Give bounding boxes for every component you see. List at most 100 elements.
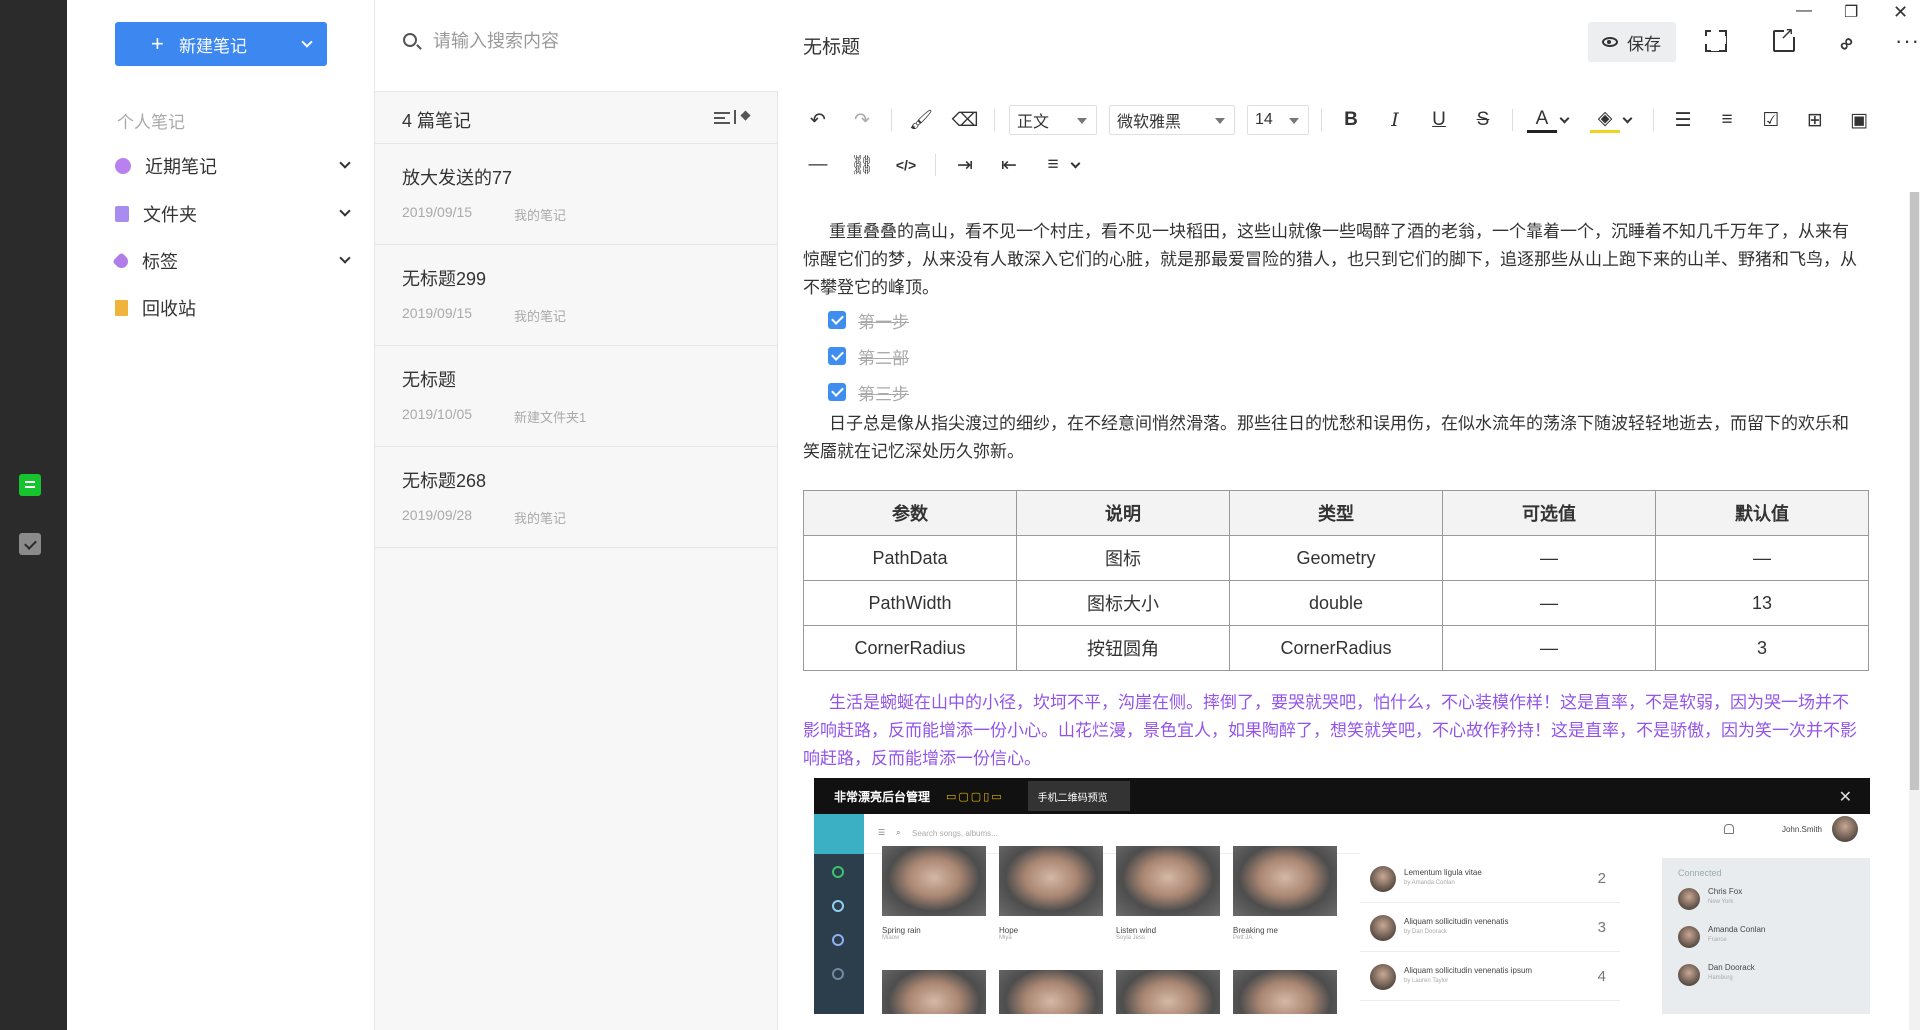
- chevron-down-icon[interactable]: [339, 157, 351, 169]
- divider: [994, 109, 995, 131]
- todo-icon[interactable]: [19, 533, 41, 555]
- indent-icon[interactable]: ⇥: [950, 150, 980, 180]
- album-image: [1116, 970, 1220, 1014]
- note-title: 无标题268: [402, 471, 487, 491]
- underline-icon[interactable]: U: [1424, 105, 1454, 135]
- task-item: 第二部: [803, 338, 1863, 374]
- list-item[interactable]: 无标题299 2019/09/15 我的笔记: [375, 245, 778, 346]
- minimize-icon[interactable]: —: [1796, 2, 1812, 20]
- table-header: 类型: [1229, 490, 1443, 536]
- eraser-icon[interactable]: ⌫: [950, 105, 980, 135]
- table-icon[interactable]: ⊞: [1800, 105, 1830, 135]
- close-icon[interactable]: ✕: [1893, 2, 1908, 23]
- note-folder: 新建文件夹1: [514, 410, 587, 425]
- link-icon[interactable]: ⛓: [847, 150, 877, 180]
- table-header-row: 参数 说明 类型 可选值 默认值: [803, 490, 1869, 536]
- track-artist: by Amanda Conlan: [1404, 880, 1455, 886]
- list-item[interactable]: 放大发送的77 2019/09/15 我的笔记: [375, 144, 778, 245]
- nav-item-label: 文件夹: [143, 205, 197, 225]
- highlight-icon[interactable]: ◈: [1590, 107, 1620, 133]
- bold-icon[interactable]: B: [1336, 105, 1366, 135]
- screenshot-search-placeholder: Search songs, albums...: [912, 829, 998, 838]
- code-icon[interactable]: </>: [891, 150, 921, 180]
- divider: [1512, 109, 1513, 131]
- screenshot-nav-icon: [832, 968, 844, 980]
- strikethrough-icon[interactable]: S: [1468, 105, 1498, 135]
- note-title: 放大发送的77: [402, 168, 513, 188]
- search-input[interactable]: [433, 26, 753, 56]
- album-image: [882, 970, 986, 1014]
- notes-icon[interactable]: [19, 474, 41, 496]
- undo-icon[interactable]: ↶: [803, 105, 833, 135]
- nav-item-recent[interactable]: 近期笔记: [115, 148, 355, 184]
- nav-item-trash[interactable]: 回收站: [115, 290, 355, 326]
- avatar: [1678, 964, 1700, 986]
- checklist-icon[interactable]: ☑: [1756, 105, 1786, 135]
- album-artist: Miaow: [882, 935, 900, 941]
- paragraph: 日子总是像从指尖渡过的细纱，在不经意间悄然滑落。那些往日的忧愁和误用伤，在似水流…: [803, 414, 1849, 461]
- list-item[interactable]: 无标题 2019/10/05 新建文件夹1: [375, 346, 778, 447]
- folder-icon: [115, 206, 129, 222]
- editor-content[interactable]: 重重叠叠的高山，看不见一个村庄，看不见一块稻田，这些山就像一些喝醉了酒的老翁，一…: [803, 218, 1869, 773]
- horizontal-rule-icon[interactable]: —: [803, 150, 833, 180]
- new-note-label: 新建笔记: [179, 36, 247, 56]
- track-title: Aliquam sollicitudin venenatis: [1404, 917, 1509, 926]
- format-painter-icon[interactable]: 🖌: [906, 105, 936, 135]
- font-color-icon[interactable]: A: [1527, 107, 1557, 133]
- table-header: 可选值: [1442, 490, 1656, 536]
- redo-icon[interactable]: ↷: [847, 105, 877, 135]
- checkbox[interactable]: [828, 383, 846, 401]
- table-row: CornerRadius 按钮圆角 CornerRadius — 3: [803, 625, 1869, 671]
- album-title: Spring rain: [882, 926, 921, 935]
- chevron-down-icon[interactable]: [339, 252, 351, 264]
- album-card: Spring rain Miaow: [882, 846, 986, 941]
- scrollbar-thumb[interactable]: [1910, 192, 1919, 790]
- outdent-icon[interactable]: ⇤: [994, 150, 1024, 180]
- table-cell: —: [1442, 580, 1656, 626]
- image-icon[interactable]: ▣: [1844, 105, 1874, 135]
- nav-item-tags[interactable]: 标签: [112, 243, 355, 279]
- bullet-list-icon[interactable]: ☰: [1668, 105, 1698, 135]
- chevron-down-icon[interactable]: [1622, 113, 1633, 123]
- italic-icon[interactable]: I: [1380, 105, 1410, 135]
- note-date: 2019/09/15: [402, 204, 473, 220]
- font-family-select[interactable]: 微软雅黑: [1109, 105, 1235, 135]
- editor-toolbar: ↶ ↷ 🖌 ⌫ 正文 微软雅黑 14 B I U S A ◈ ☰ ≡ ☑ ⊞ ▣: [803, 105, 1888, 135]
- contact-place: France: [1708, 937, 1727, 943]
- album-image: [1233, 846, 1337, 916]
- chevron-down-icon[interactable]: [1070, 158, 1081, 168]
- chevron-down-icon[interactable]: [1559, 113, 1570, 123]
- sort-icon[interactable]: [714, 110, 752, 126]
- paragraph-style-select[interactable]: 正文: [1009, 105, 1097, 135]
- nav-item-label: 回收站: [142, 299, 196, 319]
- close-icon: ✕: [1838, 789, 1852, 806]
- screenshot-connected-panel: Connected Chris Fox New York Amanda Conl…: [1662, 858, 1870, 1014]
- connected-header: Connected: [1678, 868, 1722, 878]
- chevron-down-icon[interactable]: [339, 205, 351, 217]
- chevron-down-icon[interactable]: [301, 36, 313, 48]
- restore-icon[interactable]: ❐: [1844, 2, 1858, 22]
- avatar: [1370, 915, 1396, 941]
- album-card: [1116, 970, 1220, 1014]
- share-icon[interactable]: [1773, 24, 1796, 52]
- align-icon[interactable]: ≡: [1038, 150, 1068, 180]
- new-note-button[interactable]: + 新建笔记: [115, 22, 327, 66]
- avatar: [1370, 964, 1396, 990]
- contact-name: Chris Fox: [1708, 887, 1743, 896]
- save-button[interactable]: 保存: [1588, 22, 1676, 62]
- contact-item: Dan Doorack Hamburg: [1662, 960, 1870, 992]
- numbered-list-icon[interactable]: ≡: [1712, 105, 1742, 135]
- checkbox[interactable]: [828, 347, 846, 365]
- checkbox[interactable]: [828, 311, 846, 329]
- font-size-select[interactable]: 14: [1247, 105, 1309, 135]
- nav-item-folders[interactable]: 文件夹: [115, 196, 355, 232]
- list-item[interactable]: 无标题268 2019/09/28 我的笔记: [375, 447, 778, 548]
- screenshot-nav-icon: [832, 934, 844, 946]
- note-count-row: 4 篇笔记: [375, 92, 778, 144]
- link-icon[interactable]: ∞: [1833, 25, 1864, 57]
- page-title[interactable]: 无标题: [803, 32, 860, 59]
- divider: [1653, 109, 1654, 131]
- fullscreen-icon[interactable]: [1704, 29, 1727, 52]
- more-icon[interactable]: ···: [1895, 28, 1919, 53]
- editor-scrollbar[interactable]: [1909, 192, 1920, 1030]
